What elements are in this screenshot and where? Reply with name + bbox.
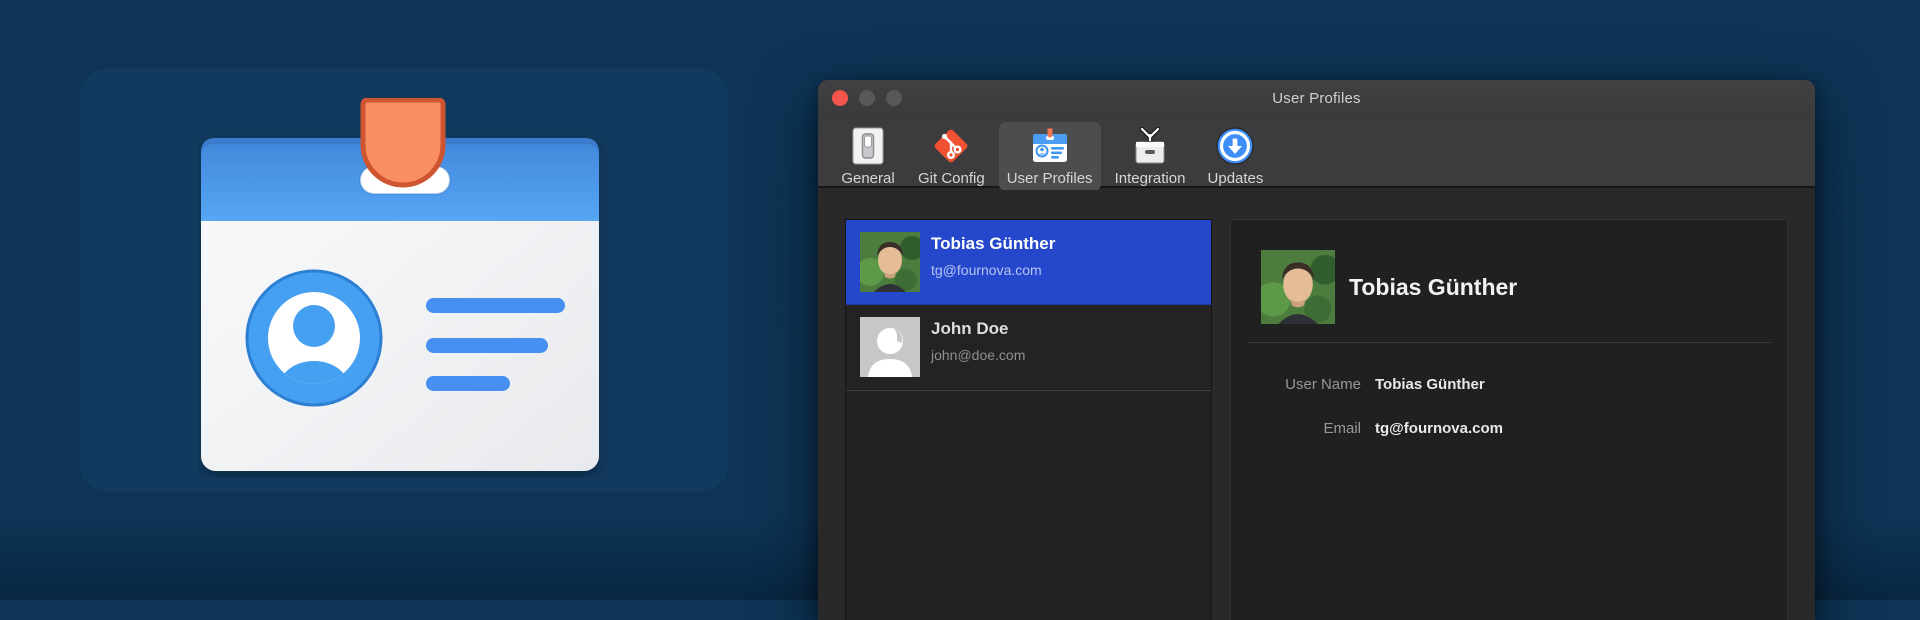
profile-row-tobias[interactable]: Tobias Günther tg@fournova.com xyxy=(846,220,1211,305)
tab-updates[interactable]: Updates xyxy=(1199,122,1271,191)
tab-label: General xyxy=(841,170,894,187)
minimize-button[interactable] xyxy=(859,90,875,106)
profile-detail: Tobias Günther User Name Tobias Günther … xyxy=(1230,219,1788,620)
profile-photo-tobias xyxy=(860,232,920,292)
detail-photo-tobias xyxy=(1261,250,1335,324)
tab-label: Git Config xyxy=(918,170,985,187)
detail-divider xyxy=(1247,342,1771,343)
tab-label: Integration xyxy=(1115,170,1186,187)
list-divider xyxy=(846,390,1211,391)
field-user-name: User Name Tobias Günther xyxy=(1231,372,1787,396)
id-badge-illustration xyxy=(198,98,608,478)
tab-general[interactable]: General xyxy=(832,122,904,191)
window-titlebar: User Profiles xyxy=(818,80,1815,116)
field-label: Email xyxy=(1231,420,1361,437)
tray-icon xyxy=(1129,125,1171,167)
profile-list: Tobias Günther tg@fournova.com John Doe … xyxy=(845,219,1212,620)
field-value: Tobias Günther xyxy=(1375,376,1485,393)
profile-name: John Doe xyxy=(931,319,1008,339)
field-value: tg@fournova.com xyxy=(1375,420,1503,437)
profile-email: john@doe.com xyxy=(931,347,1025,363)
profile-email: tg@fournova.com xyxy=(931,262,1042,278)
updates-icon xyxy=(1214,125,1256,167)
tab-label: Updates xyxy=(1208,170,1264,187)
profile-row-john[interactable]: John Doe john@doe.com xyxy=(846,305,1211,390)
close-button[interactable] xyxy=(832,90,848,106)
field-email: Email tg@fournova.com xyxy=(1231,416,1787,440)
profile-name: Tobias Günther xyxy=(931,234,1055,254)
field-label: User Name xyxy=(1231,376,1361,393)
preferences-toolbar: General Git Config xyxy=(818,116,1815,188)
git-icon xyxy=(930,125,972,167)
window-title: User Profiles xyxy=(1272,90,1360,107)
detail-name: Tobias Günther xyxy=(1349,274,1517,301)
profile-photo-placeholder xyxy=(860,317,920,377)
tab-user-profiles[interactable]: User Profiles xyxy=(999,122,1101,191)
preferences-content: Tobias Günther tg@fournova.com John Doe … xyxy=(818,190,1815,620)
zoom-button[interactable] xyxy=(886,90,902,106)
tab-label: User Profiles xyxy=(1007,170,1093,187)
traffic-lights xyxy=(832,90,902,106)
switch-icon xyxy=(847,125,889,167)
tab-git-config[interactable]: Git Config xyxy=(910,122,993,191)
badge-icon xyxy=(1029,125,1071,167)
preferences-window: User Profiles General Git C xyxy=(818,80,1815,620)
badge-clip xyxy=(363,100,443,185)
tab-integration[interactable]: Integration xyxy=(1107,122,1194,191)
